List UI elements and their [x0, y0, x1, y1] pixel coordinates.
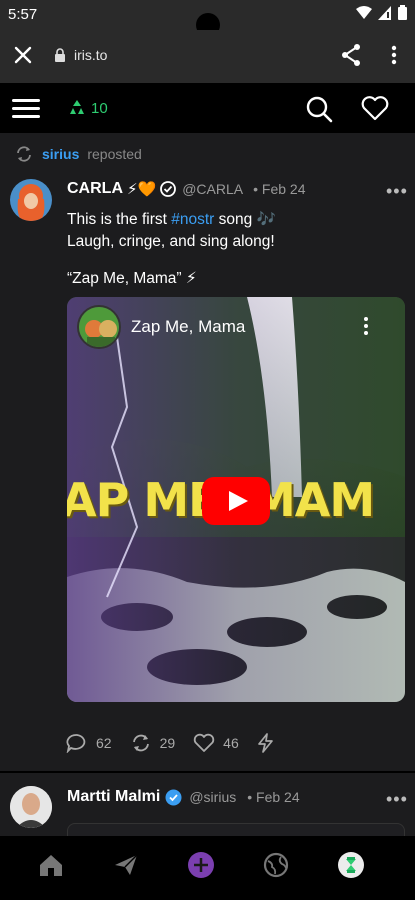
more-vertical-icon[interactable]: [386, 43, 402, 67]
repost-button[interactable]: 29: [130, 733, 176, 753]
post-date-value: Feb 24: [256, 789, 300, 805]
reply-button[interactable]: 62: [66, 733, 112, 753]
author-emoji: ⚡🧡: [127, 181, 157, 198]
repost-indicator: sirius reposted: [14, 145, 142, 163]
repost-user[interactable]: sirius: [42, 146, 79, 162]
verified-icon: [160, 181, 177, 197]
post-more-icon[interactable]: •••: [386, 789, 408, 810]
video-channel-avatar[interactable]: [77, 305, 121, 349]
avatar[interactable]: [10, 179, 52, 221]
play-icon[interactable]: [202, 477, 270, 525]
song-title: “Zap Me, Mama” ⚡: [67, 270, 197, 287]
author-handle[interactable]: @CARLA: [182, 181, 243, 197]
send-icon: [115, 854, 138, 875]
nav-messages[interactable]: [111, 850, 141, 880]
globe-icon: [263, 852, 289, 878]
share-icon[interactable]: [340, 43, 362, 67]
repost-icon: [132, 734, 149, 752]
status-time: 5:57: [8, 6, 38, 23]
repost-count: 29: [159, 735, 176, 751]
wifi-icon: [356, 5, 372, 19]
nav-explore[interactable]: [261, 850, 291, 880]
post-header: Martti Malmi @sirius • Feb 24: [67, 788, 300, 806]
search-icon[interactable]: [305, 95, 333, 123]
avatar[interactable]: [10, 786, 52, 828]
reply-count: 62: [96, 735, 112, 751]
post-date: • Feb 24: [247, 789, 300, 805]
post-header: CARLA ⚡🧡 @CARLA • Feb 24: [67, 180, 306, 198]
author-name[interactable]: Martti Malmi: [67, 788, 160, 806]
app-header: 10: [0, 83, 415, 133]
profile-icon: [338, 852, 364, 878]
post-text-end: song 🎶: [214, 211, 276, 228]
menu-icon[interactable]: [12, 97, 40, 119]
post-date-value: Feb 24: [261, 181, 306, 197]
hashtag-link[interactable]: #nostr: [171, 211, 214, 228]
url-text[interactable]: iris.to: [74, 47, 107, 63]
browser-bar: iris.to: [0, 30, 415, 83]
heart-icon[interactable]: [361, 95, 389, 121]
status-bar: 5:57: [0, 0, 415, 37]
lock-icon: [55, 48, 65, 62]
relay-icon[interactable]: [68, 99, 86, 117]
nav-new-post[interactable]: [186, 850, 216, 880]
quoted-post-embed[interactable]: [67, 823, 405, 836]
reply-icon: [66, 734, 86, 753]
like-button[interactable]: 46: [193, 733, 239, 753]
post-more-icon[interactable]: •••: [386, 181, 408, 202]
status-icons: [356, 5, 407, 20]
post-date: • Feb 24: [253, 181, 306, 197]
post-text-start: This is the first: [67, 211, 172, 228]
close-icon[interactable]: [12, 44, 34, 66]
home-icon: [40, 855, 62, 876]
battery-icon: [398, 5, 407, 20]
nav-home[interactable]: [36, 850, 66, 880]
zap-button[interactable]: [257, 733, 275, 753]
repost-icon: [17, 146, 31, 162]
post-text: This is the first #nostr song 🎶 Laugh, c…: [67, 209, 397, 253]
nav-profile[interactable]: [336, 850, 366, 880]
bottom-nav: [0, 836, 415, 900]
video-title[interactable]: Zap Me, Mama: [131, 317, 245, 337]
plus-icon: [188, 852, 214, 878]
post-line-1: This is the first #nostr song 🎶: [67, 209, 397, 231]
feed[interactable]: sirius reposted CARLA ⚡🧡 @CARLA • Feb 24…: [0, 133, 415, 836]
post-line-2: Laugh, cringe, and sing along!: [67, 233, 275, 250]
author-name[interactable]: CARLA: [67, 180, 123, 198]
like-count: 46: [223, 735, 239, 751]
verified-icon: [165, 789, 182, 805]
zap-icon: [257, 733, 273, 753]
post-divider: [0, 771, 415, 773]
repost-label: reposted: [87, 146, 142, 162]
relay-count[interactable]: 10: [91, 100, 108, 117]
video-more-icon[interactable]: [361, 315, 371, 337]
like-icon: [193, 733, 215, 752]
video-embed[interactable]: Zap Me, Mama AP ME, MAM: [67, 297, 405, 702]
author-handle[interactable]: @sirius: [189, 789, 236, 805]
post-actions: 62 29 46: [66, 733, 293, 753]
signal-icon: [378, 5, 391, 20]
